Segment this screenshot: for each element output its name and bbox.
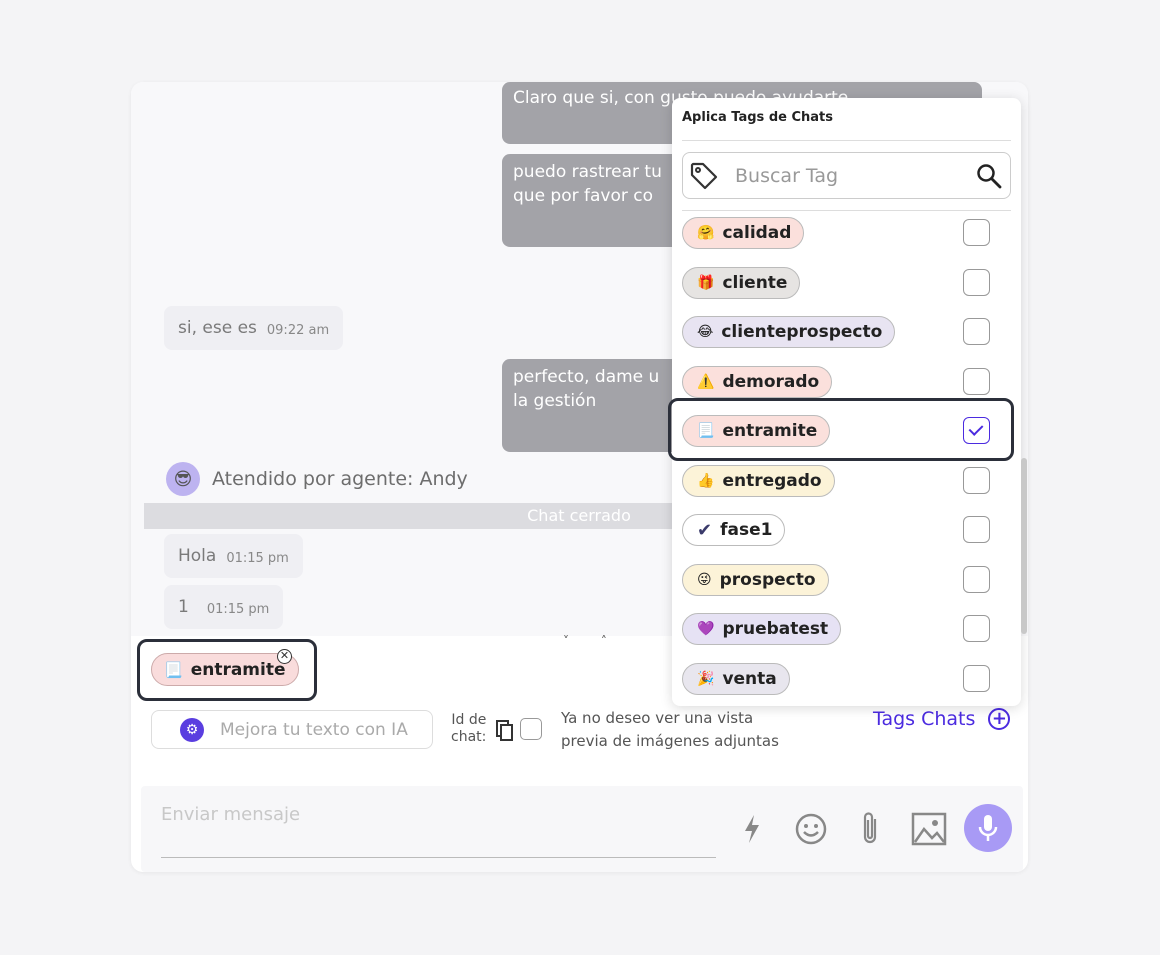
tag-checkbox[interactable]: [963, 318, 990, 345]
tag-checkbox[interactable]: [963, 268, 990, 296]
tag-checkbox[interactable]: [963, 664, 990, 692]
tag-icon: [690, 162, 718, 189]
message-in-3: 1 01:15 pm: [164, 585, 284, 629]
tags-chats-button[interactable]: Tags Chats +: [873, 708, 1011, 730]
tags-chats-label: Tags Chats: [873, 708, 976, 730]
divider: [682, 140, 1011, 141]
remove-tag-icon[interactable]: ✕: [277, 649, 292, 664]
message-time: 01:15 pm: [226, 550, 289, 566]
lightning-icon[interactable]: [732, 806, 772, 852]
tag-label: cliente: [722, 272, 788, 293]
chat-id-label: Id de chat:: [451, 712, 487, 745]
tag-label: calidad: [722, 223, 792, 243]
tag-label: clienteprospecto: [721, 322, 883, 342]
applied-tag-label: entramite: [190, 659, 286, 680]
agent-label: Atendido por agente: Andy: [212, 468, 468, 490]
tag-checkbox[interactable]: [963, 615, 990, 642]
dropdown-title: Aplica Tags de Chats: [682, 110, 833, 125]
chat-id-checkbox[interactable]: [520, 718, 542, 740]
tag-row[interactable]: 💜 pruebatest: [682, 611, 1011, 647]
tag-row[interactable]: 🤗 calidad: [682, 215, 1011, 251]
tag-row[interactable]: 👍 entregado: [682, 463, 1011, 499]
tag-checkbox[interactable]: [963, 219, 990, 246]
tag-emoji-icon: 😜: [697, 571, 712, 588]
message-in-2: Hola 01:15 pm: [164, 534, 303, 578]
tag-row[interactable]: 🎉 venta: [682, 661, 1011, 697]
tag-label: demorado: [722, 371, 820, 392]
message-time: 01:15 pm: [206, 601, 270, 617]
dropdown-scrollbar[interactable]: [1021, 458, 1027, 634]
tag-emoji-icon: 🎁: [697, 274, 715, 291]
tag-checkbox[interactable]: [963, 565, 990, 593]
tag-pill[interactable]: 🤗 calidad: [682, 217, 805, 249]
tag-label: entregado: [722, 470, 822, 491]
ai-brain-icon: ⚙: [180, 717, 204, 742]
tag-emoji-icon: 🎉: [697, 670, 715, 687]
avatar: 😎: [166, 462, 200, 496]
divider: [682, 210, 1011, 211]
scroll-arrows[interactable]: ˅ ˄: [563, 634, 621, 648]
agent-row: 😎 Atendido por agente: Andy: [166, 462, 468, 496]
message-time: 09:22 am: [266, 322, 330, 338]
selected-tag-highlight: [668, 398, 1014, 461]
tag-emoji-icon: 🤗: [697, 225, 715, 241]
tag-pill[interactable]: ⚠️ demorado: [682, 365, 833, 398]
tag-label: pruebatest: [722, 619, 829, 639]
input-underline: [161, 857, 716, 858]
tag-pill[interactable]: 😜 prospecto: [682, 563, 829, 596]
tag-pill[interactable]: 💜 pruebatest: [682, 613, 842, 645]
tag-pill[interactable]: ✔ fase1: [682, 514, 786, 546]
tag-row[interactable]: 😜 prospecto: [682, 562, 1011, 598]
tag-label: venta: [722, 668, 777, 689]
tag-label: fase1: [720, 520, 773, 540]
search-placeholder: Buscar Tag: [735, 164, 839, 187]
message-in-1: si, ese es 09:22 am: [164, 306, 344, 350]
image-icon[interactable]: [909, 806, 949, 852]
tag-row[interactable]: 😂 clienteprospecto: [682, 314, 1011, 350]
message-input[interactable]: Enviar mensaje: [161, 804, 300, 825]
compose-bar: Enviar mensaje: [141, 786, 1023, 872]
ai-input-placeholder: Mejora tu texto con IA: [220, 719, 408, 740]
tag-emoji-icon: ⚠️: [697, 373, 715, 390]
tag-row[interactable]: ⚠️ demorado: [682, 364, 1011, 400]
tag-emoji-icon: ✔: [697, 519, 713, 541]
ai-improve-input[interactable]: ⚙ Mejora tu texto con IA: [151, 710, 433, 749]
tag-label: prospecto: [719, 569, 816, 590]
preview-disable-text: Ya no deseo ver una vista previa de imág…: [561, 709, 779, 750]
search-icon[interactable]: [976, 163, 1002, 189]
microphone-button[interactable]: [964, 804, 1012, 852]
tag-pill[interactable]: 😂 clienteprospecto: [682, 316, 896, 348]
tag-row[interactable]: ✔ fase1: [682, 512, 1011, 548]
attach-icon[interactable]: [850, 806, 890, 852]
emoji-icon[interactable]: [791, 806, 831, 852]
plus-circle-icon: +: [988, 708, 1011, 730]
tag-emoji-icon: 💜: [697, 621, 715, 637]
tag-checkbox[interactable]: [963, 367, 990, 395]
tag-checkbox[interactable]: [963, 466, 990, 494]
tag-pill[interactable]: 🎁 cliente: [682, 266, 801, 299]
tag-checkbox[interactable]: [963, 516, 990, 543]
tag-pill[interactable]: 🎉 venta: [682, 662, 790, 695]
copy-icon[interactable]: [496, 720, 514, 742]
microphone-icon: [978, 815, 998, 841]
document-icon: 📃: [164, 660, 183, 679]
tag-emoji-icon: 😂: [697, 324, 714, 340]
tag-search-input[interactable]: Buscar Tag: [682, 152, 1011, 199]
tag-pill[interactable]: 👍 entregado: [682, 464, 835, 497]
tag-emoji-icon: 👍: [697, 472, 715, 489]
tag-row[interactable]: 🎁 cliente: [682, 265, 1011, 301]
